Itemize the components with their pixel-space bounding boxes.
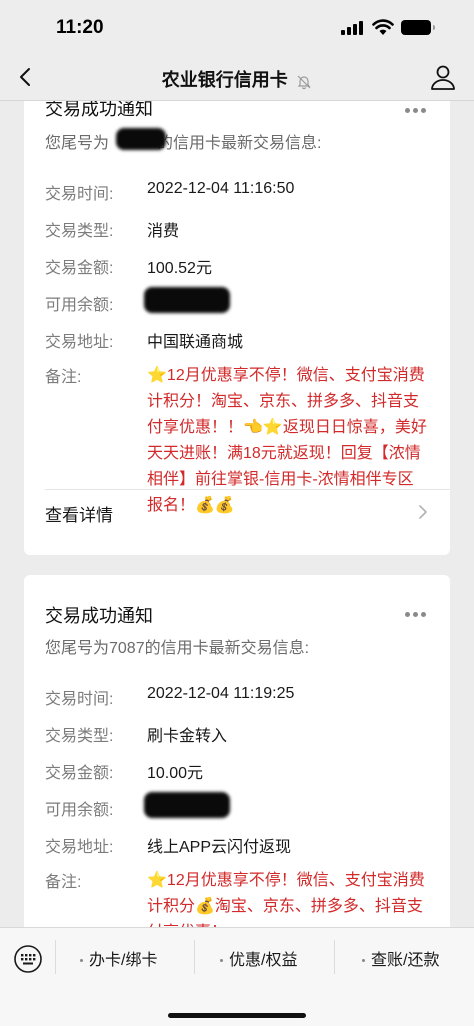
page-title: 农业银行信用卡 <box>161 70 288 90</box>
menu-separator <box>55 940 56 974</box>
menu-item-bill[interactable]: 查账/还款 <box>362 946 439 970</box>
home-indicator[interactable] <box>168 1013 306 1018</box>
transaction-address: 线上APP云闪付返现 <box>147 839 292 856</box>
more-icon[interactable] <box>405 609 431 619</box>
transaction-time: 2022-12-04 11:19:25 <box>147 685 295 702</box>
profile-icon[interactable] <box>428 62 458 92</box>
signal-icon <box>341 21 363 35</box>
remark-text: ⭐12月优惠享不停！微信、支付宝消费计积分！淘宝、京东、拼多多、抖音支付享优惠！… <box>147 367 427 514</box>
nav-title-area: 农业银行信用卡 <box>0 66 474 92</box>
message-card[interactable]: 交易成功通知 您尾号为 的信用卡最新交易信息: 交易时间: 2022-12-04 1… <box>24 101 450 555</box>
card-subtitle: 您尾号为 的信用卡最新交易信息: <box>45 135 322 152</box>
nav-bar: 农业银行信用卡 <box>0 56 474 101</box>
card-title: 交易成功通知 <box>45 101 153 119</box>
transaction-type: 刷卡金转入 <box>147 728 228 745</box>
menu-separator <box>194 940 195 974</box>
menu-dot-icon <box>220 959 223 963</box>
message-card[interactable]: 交易成功通知 您尾号为7087的信用卡最新交易信息: 交易时间: 2022-12-… <box>24 575 450 927</box>
transaction-amount: 100.52元 <box>147 260 212 277</box>
remark-text: ⭐12月优惠享不停！微信、支付宝消费计积分💰淘宝、京东、拼多多、抖音支付享优惠！ <box>147 872 425 927</box>
card-title: 交易成功通知 <box>45 606 153 626</box>
transaction-time: 2022-12-04 11:16:50 <box>147 180 295 197</box>
menu-dot-icon <box>362 959 365 963</box>
redaction-mark <box>144 287 230 313</box>
status-time: 11:20 <box>56 17 104 38</box>
mute-bell-icon <box>297 75 311 89</box>
transaction-amount: 10.00元 <box>147 765 204 782</box>
menu-separator <box>334 940 335 974</box>
divider <box>45 489 450 490</box>
card-subtitle: 您尾号为7087的信用卡最新交易信息: <box>45 640 310 657</box>
status-bar: 11:20 <box>0 0 474 56</box>
keyboard-icon[interactable] <box>13 944 43 974</box>
message-list[interactable]: 交易成功通知 您尾号为 的信用卡最新交易信息: 交易时间: 2022-12-04 1… <box>0 101 474 927</box>
menu-item-offers[interactable]: 优惠/权益 <box>220 946 297 970</box>
transaction-address: 中国联通商城 <box>147 334 244 351</box>
menu-item-apply-card[interactable]: 办卡/绑卡 <box>80 946 157 970</box>
wifi-icon <box>372 19 394 35</box>
bottom-menu-bar: 办卡/绑卡 优惠/权益 查账/还款 <box>0 927 474 1026</box>
battery-icon <box>401 20 435 35</box>
transaction-type: 消费 <box>147 223 180 240</box>
redaction-mark <box>116 128 166 150</box>
chevron-right-icon[interactable] <box>416 503 430 521</box>
view-details-link[interactable]: 查看详情 <box>45 501 113 526</box>
more-icon[interactable] <box>405 105 431 115</box>
menu-dot-icon <box>80 959 83 963</box>
redaction-mark <box>144 792 230 818</box>
